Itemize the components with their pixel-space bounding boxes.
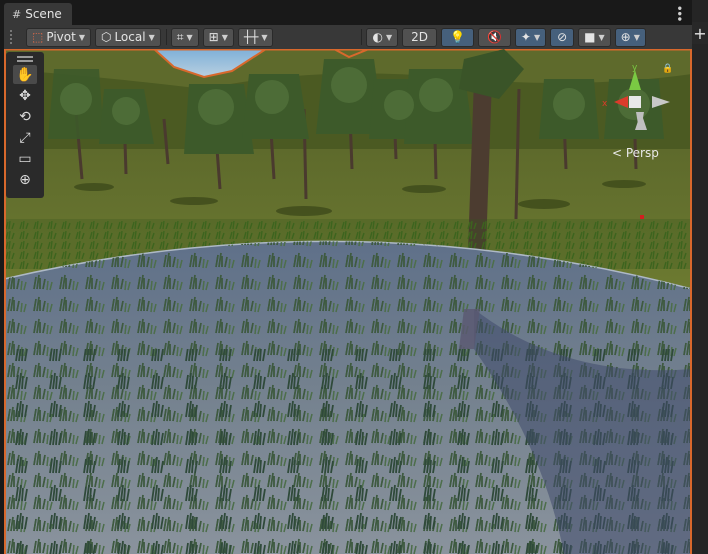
chevron-down-icon: ▼ — [221, 32, 228, 42]
scale-tool-icon[interactable]: ⤢ — [13, 128, 37, 147]
effects-dropdown[interactable]: ✦ ▼ — [514, 27, 547, 47]
local-label: Local — [114, 30, 146, 44]
gizmo-y-axis[interactable] — [629, 70, 641, 90]
increment-snap-dropdown[interactable]: ⊞ ▼ — [202, 27, 234, 47]
scene-toolbar: ⬚ Pivot ▼ ⬡ Local ▼ ⌗ ▼ ⊞ ▼ ┼┼ ▼ ◐ ▼ 2D … — [4, 25, 692, 49]
toolbar-separator — [165, 29, 167, 45]
chevron-down-icon: ▼ — [186, 32, 193, 42]
overlay-drag-handle[interactable] — [17, 56, 33, 62]
local-dropdown[interactable]: ⬡ Local ▼ — [94, 27, 161, 47]
toolbar-separator — [361, 29, 363, 45]
gizmos-icon: ⊕ — [620, 30, 631, 44]
local-icon: ⬡ — [100, 30, 112, 44]
lock-icon[interactable]: 🔒 — [662, 64, 673, 74]
lighting-icon: 💡 — [449, 30, 465, 44]
scene-viewport[interactable] — [4, 49, 692, 554]
effects-icon: ✦ — [520, 30, 531, 44]
scene-render — [4, 49, 692, 554]
draw-mode-icon: ◐ — [372, 30, 383, 44]
grid-snap-dropdown[interactable]: ⌗ ▼ — [170, 27, 199, 47]
pivot-icon: ⬚ — [32, 30, 44, 44]
gizmos-dropdown[interactable]: ⊕ ▼ — [614, 27, 646, 47]
toolbar-grip-icon[interactable] — [10, 30, 22, 44]
chevron-down-icon: ▼ — [78, 32, 85, 42]
chevron-down-icon: ▼ — [533, 32, 541, 42]
add-icon[interactable]: + — [692, 22, 708, 44]
audio-icon: 🔇 — [486, 30, 502, 44]
rect-tool-icon[interactable]: ▭ — [13, 149, 37, 168]
adjacent-panel-strip — [692, 0, 708, 554]
hand-tool-icon[interactable]: ✋ — [13, 65, 37, 84]
mode-2d-button[interactable]: 2D — [402, 27, 437, 47]
camera-dropdown[interactable]: ■ ▼ — [578, 27, 611, 47]
tools-overlay: ✋ ✥ ⟲ ⤢ ▭ ⊕ — [6, 52, 44, 198]
ruler-icon: ┼┼ — [243, 30, 259, 44]
mode-2d-label: 2D — [411, 30, 428, 44]
rotate-tool-icon[interactable]: ⟲ — [13, 107, 37, 126]
audio-toggle[interactable]: 🔇 — [477, 27, 511, 47]
grid-snap-icon: ⌗ — [176, 29, 184, 44]
ruler-dropdown[interactable]: ┼┼ ▼ — [237, 27, 274, 47]
increment-snap-icon: ⊞ — [208, 30, 219, 44]
hidden-visibility-toggle[interactable]: ⊘ — [550, 27, 575, 47]
chevron-down-icon: ▼ — [261, 32, 268, 42]
pivot-label: Pivot — [46, 30, 76, 44]
camera-icon: ■ — [584, 30, 596, 44]
move-tool-icon[interactable]: ✥ — [13, 86, 37, 105]
projection-label[interactable]: < Persp — [612, 146, 659, 160]
pivot-dropdown[interactable]: ⬚ Pivot ▼ — [26, 27, 91, 47]
chevron-down-icon: ▼ — [598, 32, 605, 42]
grid-icon: # — [12, 7, 22, 21]
chevron-down-icon: ▼ — [385, 32, 393, 42]
gizmo-y-label: y — [632, 63, 638, 73]
chevron-down-icon: ▼ — [633, 32, 640, 42]
chevron-down-icon: ▼ — [148, 32, 155, 42]
tab-bar: # Scene ••• — [0, 0, 708, 25]
draw-mode-dropdown[interactable]: ◐ ▼ — [366, 27, 399, 47]
gizmo-x-label: x — [602, 99, 608, 109]
tab-scene[interactable]: # Scene — [4, 3, 72, 25]
hidden-visibility-icon: ⊘ — [557, 30, 568, 44]
lighting-toggle[interactable]: 💡 — [440, 27, 474, 47]
transform-tool-icon[interactable]: ⊕ — [13, 170, 37, 189]
gizmo-neg-x-axis[interactable] — [652, 96, 670, 108]
gizmo-center-cube[interactable] — [629, 96, 641, 108]
more-menu-icon[interactable]: ••• — [673, 5, 684, 21]
tab-scene-label: Scene — [25, 7, 62, 21]
gizmo-x-axis[interactable] — [614, 96, 628, 108]
